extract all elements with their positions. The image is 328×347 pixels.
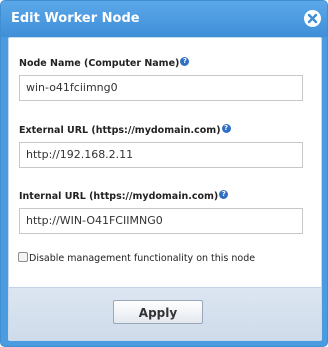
internal-url-label-text: Internal URL (https://mydomain.com) [19,191,219,202]
close-button[interactable] [304,10,321,27]
disable-management-row[interactable]: Disable management functionality on this… [18,252,255,264]
apply-button[interactable]: Apply [113,300,203,324]
help-icon[interactable]: ? [180,57,190,66]
dialog-footer: Apply [9,287,321,340]
external-url-label: External URL (https://mydomain.com)? [19,124,231,136]
disable-management-checkbox[interactable] [18,252,28,262]
dialog-titlebar[interactable]: Edit Worker Node [1,1,327,37]
node-name-label: Node Name (Computer Name)? [19,57,190,69]
close-x-icon [307,13,318,24]
dialog-body: Node Name (Computer Name)? External URL … [8,37,322,341]
internal-url-input[interactable] [19,208,303,234]
node-name-input[interactable] [19,75,303,101]
external-url-input[interactable] [19,142,303,168]
external-url-label-text: External URL (https://mydomain.com) [19,125,221,136]
disable-management-label[interactable]: Disable management functionality on this… [29,253,255,264]
node-name-label-text: Node Name (Computer Name) [19,58,180,69]
help-icon[interactable]: ? [221,124,231,133]
internal-url-label: Internal URL (https://mydomain.com)? [19,190,229,202]
form-area: Node Name (Computer Name)? External URL … [9,38,321,288]
edit-worker-node-dialog: Edit Worker Node Node Name (Computer Nam… [0,0,328,347]
dialog-title: Edit Worker Node [11,11,140,26]
help-icon[interactable]: ? [219,190,229,199]
